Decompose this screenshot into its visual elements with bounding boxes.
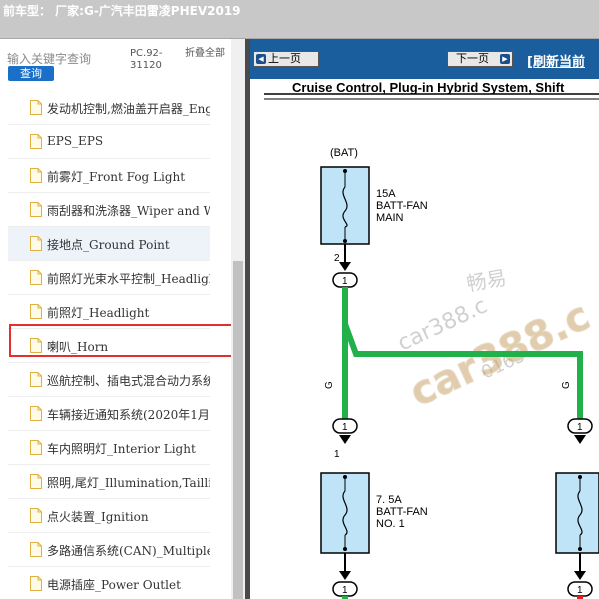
- fuse-15a-node-bottom: [343, 239, 347, 243]
- tree-item-label: 发动机控制,燃油盖开启器_Engine: [47, 102, 210, 116]
- next-page-label: 下一页: [456, 52, 489, 65]
- document-icon: [30, 168, 42, 183]
- tree-item-label: 前照灯光束水平控制_Headlight Beam: [47, 272, 210, 286]
- wire-color-g-left: G: [324, 381, 335, 389]
- bat-label: (BAT): [330, 147, 358, 159]
- tree-item[interactable]: 巡航控制、插电式混合动力系统: [8, 363, 210, 397]
- next-page-button[interactable]: 下一页 ▶: [447, 51, 513, 67]
- tree-item[interactable]: EPS_EPS: [8, 125, 210, 159]
- tree-item-label: 接地点_Ground Point: [47, 238, 170, 252]
- document-icon: [30, 406, 42, 421]
- collapse-all-button[interactable]: 折叠全部: [185, 48, 229, 60]
- tree-item[interactable]: 接地点_Ground Point: [8, 227, 210, 261]
- tree-item-label: 电源插座_Power Outlet: [47, 578, 181, 592]
- connector-arrow-down-icon-bottom-right: [574, 571, 586, 580]
- vehicle-model-title: 前车型： 厂家:G-广汽丰田雷凌PHEV2019: [3, 4, 241, 18]
- left-panel: 查询 PC.92-31120 折叠全部 发动机控制,燃油盖开启器_Engine E…: [0, 39, 246, 599]
- document-icon: [30, 202, 42, 217]
- document-icon: [30, 508, 42, 523]
- diagram-viewer: ◀ 上一页 下一页 ▶ [刷新当前 Cruise Control, Plug-i…: [250, 39, 599, 599]
- document-icon: [30, 440, 42, 455]
- refresh-current-link[interactable]: [刷新当前: [527, 51, 585, 70]
- document-icon: [30, 372, 42, 387]
- pin-1-label: 1: [334, 449, 340, 460]
- watermark-brand: 畅易: [465, 265, 509, 296]
- fuse-15a-node-top: [343, 169, 347, 173]
- document-icon: [30, 542, 42, 557]
- connector-arrow-down-icon-bottom-left: [339, 571, 351, 580]
- fuse-right-box: [555, 472, 599, 554]
- document-icon: [30, 134, 42, 149]
- fuse-15a-amp: 15A: [376, 188, 396, 200]
- tree-item-label: 照明,尾灯_Illumination,Taillight: [47, 476, 210, 490]
- wiring-diagram: Cruise Control, Plug-in Hybrid System, S…: [264, 80, 599, 599]
- tree-item[interactable]: 前照灯光束水平控制_Headlight Beam: [8, 261, 210, 295]
- diagram-title: Cruise Control, Plug-in Hybrid System, S…: [292, 80, 565, 95]
- pin-2-label: 2: [334, 253, 340, 264]
- fuse-right-node-bottom: [578, 547, 582, 551]
- fuse-right-node-top: [578, 475, 582, 479]
- scrollbar-thumb[interactable]: [233, 261, 243, 599]
- connector-arrow-down-icon-right: [574, 435, 586, 444]
- tree-item[interactable]: 多路通信系统(CAN)_Multiplex Comm: [8, 533, 210, 567]
- document-icon: [30, 304, 42, 319]
- fuse-15a-name-2: MAIN: [376, 212, 404, 224]
- prev-page-button[interactable]: ◀ 上一页: [253, 51, 319, 67]
- tree-item[interactable]: 电源插座_Power Outlet: [8, 567, 210, 599]
- document-icon: [30, 236, 42, 251]
- tree-item-label: 巡航控制、插电式混合动力系统: [47, 374, 210, 388]
- wire-color-g-right: G: [561, 381, 572, 389]
- fuse-7-5a-node-top: [343, 475, 347, 479]
- tree-item[interactable]: 点火装置_Ignition: [8, 499, 210, 533]
- connector-1-right-label: 1: [577, 422, 583, 433]
- prev-page-label: 上一页: [268, 52, 301, 65]
- connector-bottom-right-label: 1: [577, 585, 583, 596]
- tree-item-label: 前照灯_Headlight: [47, 306, 150, 320]
- connector-arrow-down-icon: [339, 262, 351, 271]
- connector-arrow-down-icon-left: [339, 435, 351, 444]
- connector-bottom-left-label: 1: [342, 585, 348, 596]
- document-icon: [30, 474, 42, 489]
- connector-1-left-label: 1: [342, 422, 348, 433]
- tree-item-label: 点火装置_Ignition: [47, 510, 149, 524]
- tree-item[interactable]: 前雾灯_Front Fog Light: [8, 159, 210, 193]
- tree-item-label: EPS_EPS: [47, 134, 104, 148]
- document-icon: [30, 270, 42, 285]
- selected-item-highlight: [9, 324, 245, 357]
- tree-item[interactable]: 车辆接近通知系统(2020年1月生产): [8, 397, 210, 431]
- title-bar: 前车型： 厂家:G-广汽丰田雷凌PHEV2019: [0, 0, 599, 39]
- fuse-7-5a-name-2: NO. 1: [376, 518, 405, 530]
- tree-item[interactable]: 雨刮器和洗涤器_Wiper and Washer: [8, 193, 210, 227]
- connector-1-top-label: 1: [342, 276, 348, 287]
- tree-item-label: 车内照明灯_Interior Light: [47, 442, 196, 456]
- document-icon: [30, 576, 42, 591]
- fuse-7-5a-node-bottom: [343, 547, 347, 551]
- fuse-7-5a-amp: 7. 5A: [376, 494, 402, 506]
- tree-item[interactable]: 发动机控制,燃油盖开启器_Engine: [8, 91, 210, 125]
- document-icon: [30, 100, 42, 115]
- viewer-nav-bar: ◀ 上一页 下一页 ▶ [刷新当前: [250, 39, 599, 79]
- arrow-left-icon: ◀: [256, 54, 266, 64]
- fuse-15a-name: BATT-FAN: [376, 200, 428, 212]
- tree-item-label: 多路通信系统(CAN)_Multiplex Comm: [47, 544, 210, 558]
- tree-item-label: 雨刮器和洗涤器_Wiper and Washer: [47, 204, 210, 218]
- tree-item-label: 前雾灯_Front Fog Light: [47, 170, 186, 184]
- query-button[interactable]: 查询: [8, 66, 54, 81]
- tree-item[interactable]: 车内照明灯_Interior Light: [8, 431, 210, 465]
- arrow-right-icon: ▶: [500, 54, 510, 64]
- pc-code-label: PC.92-31120: [130, 48, 163, 71]
- tree-item-label: 车辆接近通知系统(2020年1月生产): [47, 408, 210, 422]
- tree-item[interactable]: 照明,尾灯_Illumination,Taillight: [8, 465, 210, 499]
- fuse-7-5a-name: BATT-FAN: [376, 506, 428, 518]
- search-row: 查询 PC.92-31120 折叠全部: [0, 39, 246, 89]
- tree-scrollbar[interactable]: [231, 39, 245, 599]
